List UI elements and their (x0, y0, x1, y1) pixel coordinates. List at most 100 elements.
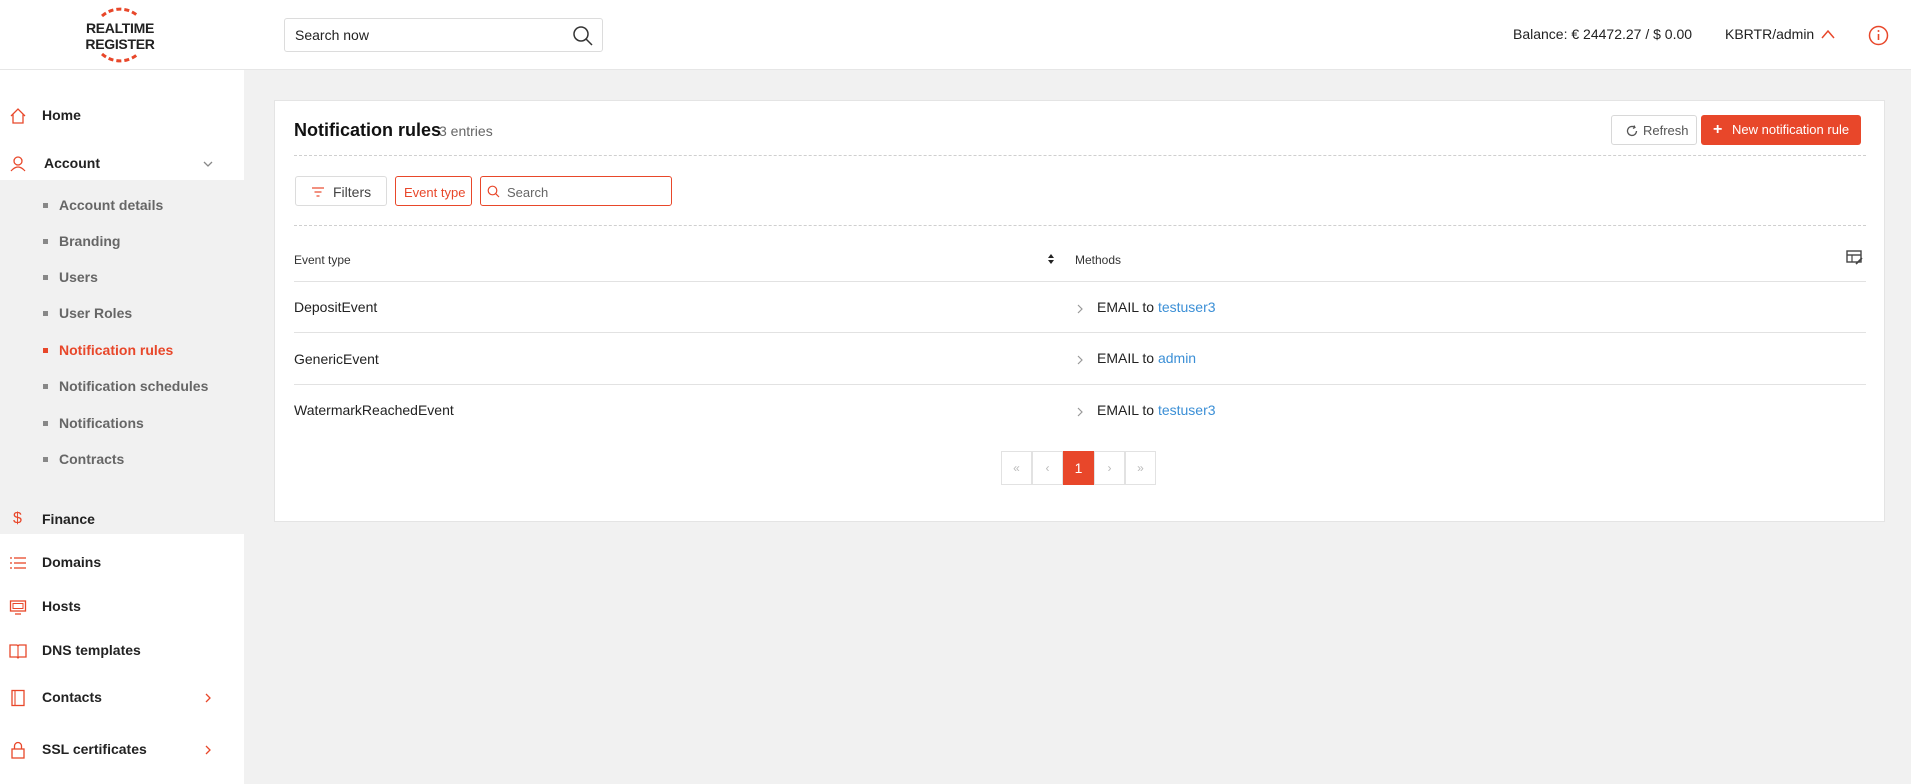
row-divider (294, 332, 1866, 333)
sidebar-item-finance[interactable]: $ Finance (0, 500, 244, 540)
event-type-cell: WatermarkReachedEvent (294, 402, 454, 418)
chevron-right-icon[interactable] (1075, 303, 1085, 315)
logo[interactable]: REALTIME REGISTER (80, 6, 160, 64)
lock-icon (11, 741, 25, 759)
method-recipient-link[interactable]: testuser3 (1158, 402, 1216, 418)
row-divider (294, 384, 1866, 385)
column-header-methods: Methods (1075, 253, 1122, 267)
notification-rules-card: Notification rules 3 entries Refresh + N… (274, 100, 1885, 522)
chevron-up-icon[interactable] (1820, 28, 1836, 40)
refresh-label: Refresh (1643, 123, 1689, 138)
method-cell: EMAIL to testuser3 (1097, 299, 1216, 315)
sidebar-item-label: Hosts (42, 598, 81, 614)
info-icon[interactable] (1868, 25, 1889, 46)
page-1-button[interactable]: 1 (1063, 451, 1094, 485)
bullet (43, 421, 48, 426)
bullet (43, 348, 48, 353)
divider (294, 155, 1866, 156)
search-icon (487, 185, 500, 198)
sidebar-subitem-notification-rules[interactable]: Notification rules (0, 336, 244, 366)
monitor-icon (9, 600, 27, 615)
bullet (43, 384, 48, 389)
sidebar-item-contacts[interactable]: Contacts (0, 678, 244, 718)
logo-text: REALTIME REGISTER (84, 20, 156, 52)
filters-button[interactable]: Filters (295, 176, 387, 206)
page-title: Notification rules (294, 120, 442, 140)
sidebar-subitem-notifications[interactable]: Notifications (0, 409, 244, 439)
sidebar-item-ssl-certificates[interactable]: SSL certificates (0, 730, 244, 770)
book-icon (9, 644, 27, 659)
sidebar-item-label: Contacts (42, 689, 102, 705)
method-text: EMAIL to (1097, 402, 1155, 418)
sidebar-subitem-users[interactable]: Users (0, 263, 244, 293)
page-first-button[interactable]: « (1001, 451, 1032, 485)
sidebar-item-label: Account (44, 155, 100, 171)
global-search-placeholder: Search now (295, 27, 369, 43)
sidebar-subitem-user-roles[interactable]: User Roles (0, 299, 244, 329)
page-prev-button[interactable]: ‹ (1032, 451, 1063, 485)
sidebar-item-hosts[interactable]: Hosts (0, 587, 244, 627)
plus-icon: + (1713, 121, 1723, 138)
column-header-event-type[interactable]: Event type (294, 253, 351, 267)
sidebar-item-label: DNS templates (42, 642, 141, 658)
list-icon (10, 557, 26, 569)
user-menu[interactable]: KBRTR/admin (1725, 26, 1814, 42)
sidebar-subitem-account-details[interactable]: Account details (0, 191, 244, 221)
sidebar-subitem-contracts[interactable]: Contracts (0, 445, 244, 475)
page-last-button[interactable]: » (1125, 451, 1156, 485)
sidebar-subitem-label: Users (59, 269, 98, 285)
dollar-icon: $ (13, 510, 22, 527)
search-icon[interactable] (572, 25, 594, 47)
method-cell: EMAIL to testuser3 (1097, 402, 1216, 418)
event-type-cell: DepositEvent (294, 299, 378, 315)
refresh-button[interactable]: Refresh (1611, 115, 1697, 145)
new-notification-rule-button[interactable]: + New notification rule (1701, 115, 1861, 145)
sidebar-item-label: SSL certificates (42, 741, 147, 757)
event-type-chip-label: Event type (404, 185, 466, 200)
sidebar: Home Account Account details Branding Us… (0, 70, 244, 784)
sidebar-subitem-label: Account details (59, 197, 164, 213)
chevron-right-icon[interactable] (1075, 354, 1085, 366)
sidebar-subitem-label: Notification schedules (59, 378, 209, 394)
sort-icon[interactable] (1047, 252, 1055, 266)
sidebar-item-domains[interactable]: Domains (0, 543, 244, 583)
contact-card-icon (11, 689, 25, 707)
sidebar-subitem-branding[interactable]: Branding (0, 227, 244, 257)
account-submenu: Account details Branding Users User Role… (0, 180, 244, 534)
chevron-right-icon (205, 745, 211, 755)
chevron-down-icon (203, 161, 213, 167)
top-bar: REALTIME REGISTER Search now Balance: € … (0, 0, 1911, 70)
filters-label: Filters (333, 184, 372, 200)
global-search-input[interactable]: Search now (284, 18, 603, 52)
bullet (43, 457, 48, 462)
bullet (43, 311, 48, 316)
sidebar-item-account[interactable]: Account (0, 144, 244, 184)
bullet (43, 239, 48, 244)
home-icon (10, 108, 26, 124)
event-type-filter-chip[interactable]: Event type (395, 176, 472, 206)
sidebar-item-label: Domains (42, 554, 102, 570)
filter-search-input[interactable]: Search (480, 176, 672, 206)
sidebar-subitem-label: Notification rules (59, 342, 174, 358)
method-recipient-link[interactable]: testuser3 (1158, 299, 1216, 315)
sidebar-item-dns-templates[interactable]: DNS templates (0, 631, 244, 671)
column-settings-icon[interactable] (1846, 249, 1863, 266)
sidebar-subitem-notification-schedules[interactable]: Notification schedules (0, 372, 244, 402)
refresh-icon (1626, 125, 1638, 137)
logo-line-1: REALTIME (85, 20, 155, 36)
sidebar-subitem-label: Contracts (59, 451, 125, 467)
page-next-button[interactable]: › (1094, 451, 1125, 485)
event-type-cell: GenericEvent (294, 351, 379, 367)
chevron-right-icon (205, 693, 211, 703)
chevron-right-icon[interactable] (1075, 406, 1085, 418)
divider (294, 225, 1866, 226)
method-cell: EMAIL to admin (1097, 350, 1196, 366)
row-divider (294, 281, 1866, 282)
sidebar-item-label: Finance (42, 511, 95, 527)
sidebar-item-label: Home (42, 107, 81, 123)
sidebar-subitem-label: Branding (59, 233, 121, 249)
sidebar-item-home[interactable]: Home (0, 96, 244, 136)
bullet (43, 203, 48, 208)
method-text: EMAIL to (1097, 350, 1155, 366)
method-recipient-link[interactable]: admin (1158, 350, 1196, 366)
